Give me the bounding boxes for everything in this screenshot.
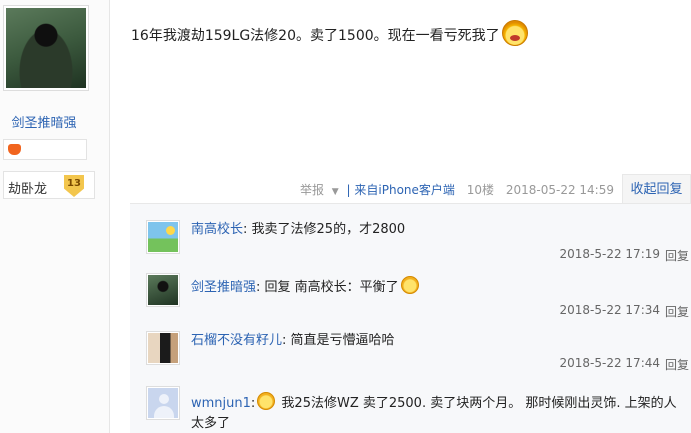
- comment-user[interactable]: 南高校长: [191, 222, 243, 237]
- author-avatar-image: [6, 8, 86, 88]
- landscape-avatar-icon: [148, 222, 178, 252]
- author-level[interactable]: 劫卧龙 13: [3, 171, 95, 199]
- post-text: 16年我渡劫159LG法修20。卖了1500。现在一看亏死我了: [131, 28, 500, 44]
- comment-avatar[interactable]: [146, 386, 180, 420]
- comment-body: 石榴不没有籽儿: 简直是亏懵逼哈哈: [191, 333, 395, 348]
- chevron-down-icon: ▼: [331, 187, 339, 197]
- comment-text: 回复 南高校长：平衡了: [260, 280, 399, 295]
- post-time: 2018-05-22 14:59: [505, 183, 614, 197]
- client-link[interactable]: | 来自iPhone客户端: [347, 183, 455, 197]
- author-name[interactable]: 剑圣推暗强: [0, 112, 88, 131]
- comment-body: 南高校长: 我卖了法修25的，才2800: [191, 222, 406, 237]
- default-avatar-icon: [148, 388, 178, 418]
- comment-body: 剑圣推暗强: 回复 南高校长：平衡了: [191, 276, 686, 298]
- comment-text: 简直是亏懵逼哈哈: [286, 333, 395, 348]
- page: 剑圣推暗强 劫卧龙 13 16年我渡劫159LG法修20。卖了1500。现在一看…: [0, 0, 691, 433]
- comment-text: 我卖了法修25的，才2800: [247, 222, 406, 237]
- post-content: 16年我渡劫159LG法修20。卖了1500。现在一看亏死我了: [131, 20, 528, 46]
- collapse-replies-button[interactable]: 收起回复: [622, 174, 691, 204]
- author-panel: 剑圣推暗强 劫卧龙 13: [0, 0, 110, 433]
- comment-body: wmnjun1: 我25法修WZ 卖了2500. 卖了块两个月。 那时候刚出灵饰…: [191, 392, 686, 433]
- comment-time: 2018-5-22 17:19: [559, 247, 661, 261]
- post-meta: 举报 ▼ | 来自iPhone客户端 10楼 2018-05-22 14:59: [292, 181, 614, 198]
- comment-list: 南高校长: 我卖了法修25的，才2800 2018-5-22 17:19 回复 …: [130, 203, 691, 433]
- reply-link[interactable]: 回复: [665, 303, 689, 320]
- author-badges: [3, 139, 87, 160]
- comment-time: 2018-5-22 17:34: [559, 303, 661, 317]
- smug-emoji-icon: [400, 276, 419, 294]
- level-title: 劫卧龙: [8, 182, 48, 197]
- emoji-icon: [257, 392, 276, 410]
- avatar-image: [148, 333, 178, 363]
- comment-avatar[interactable]: [146, 220, 180, 254]
- level-badge: 13: [64, 175, 84, 197]
- comment-time: 2018-5-22 17:44: [559, 356, 661, 370]
- author-avatar[interactable]: [3, 5, 89, 91]
- crying-emoji-icon: [501, 20, 528, 46]
- comment-avatar[interactable]: [146, 331, 180, 365]
- reply-link[interactable]: 回复: [665, 356, 689, 373]
- reply-link[interactable]: 回复: [665, 247, 689, 264]
- comment-avatar[interactable]: [146, 273, 180, 307]
- report-link[interactable]: 举报 ▼: [296, 183, 339, 197]
- member-badge-icon[interactable]: [8, 144, 21, 155]
- floor-number: 10楼: [466, 183, 495, 197]
- comment-user[interactable]: 剑圣推暗强: [191, 280, 256, 295]
- avatar-image: [148, 275, 178, 305]
- comment-user[interactable]: 石榴不没有籽儿: [191, 333, 282, 348]
- comment-user[interactable]: wmnjun1: [191, 396, 251, 411]
